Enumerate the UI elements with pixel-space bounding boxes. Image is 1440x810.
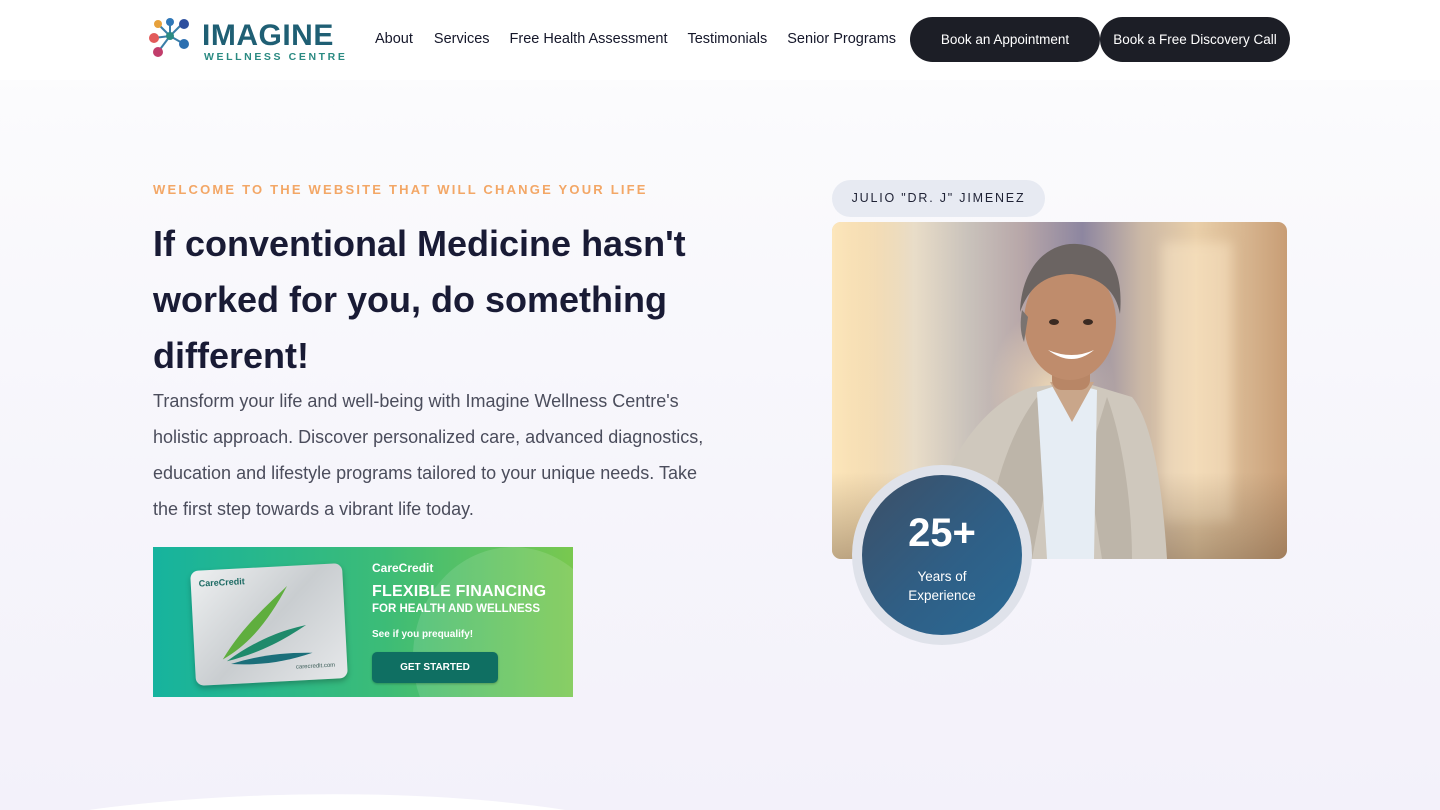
carecredit-subtitle: FOR HEALTH AND WELLNESS (372, 603, 541, 615)
experience-badge: 25+ Years of Experience (862, 475, 1022, 635)
hero-headline: If conventional Medicine hasn't worked f… (153, 223, 686, 376)
card-url: carecredit.com (295, 662, 336, 671)
logo-subtitle: WELLNESS CENTRE (204, 51, 348, 63)
site-header: IMAGINE WELLNESS CENTRE About Services F… (0, 0, 1440, 80)
carecredit-swoosh-icon (222, 586, 313, 665)
doctor-name-badge: JULIO "DR. J" JIMENEZ (832, 180, 1045, 217)
hero-eyebrow: WELCOME TO THE WEBSITE THAT WILL CHANGE … (153, 182, 648, 197)
nav-link-services[interactable]: Services (434, 29, 490, 49)
book-discovery-call-button[interactable]: Book a Free Discovery Call (1100, 17, 1290, 62)
carecredit-card-image: CareCredit carecredit.com (190, 563, 348, 686)
nav-link-senior-programs[interactable]: Senior Programs (787, 29, 896, 49)
carecredit-brand: CareCredit (372, 561, 434, 575)
site-logo[interactable]: IMAGINE WELLNESS CENTRE (146, 14, 345, 64)
card-brand: CareCredit (198, 576, 245, 589)
nav-link-testimonials[interactable]: Testimonials (687, 29, 767, 49)
book-appointment-button[interactable]: Book an Appointment (910, 17, 1100, 62)
hero-lead: Transform your life and well-being with … (153, 391, 704, 519)
bottom-wave-divider (89, 794, 566, 810)
carecredit-title: FLEXIBLE FINANCING (372, 583, 547, 600)
experience-value: 25+ (908, 511, 976, 555)
nav-link-about[interactable]: About (375, 29, 413, 49)
logo-molecule-icon (149, 18, 189, 57)
main-nav: About Services Free Health Assessment Te… (375, 29, 896, 49)
carecredit-banner[interactable]: CareCredit carecredit.com CareCredit FLE… (153, 547, 573, 697)
get-started-button[interactable]: GET STARTED (372, 652, 498, 683)
carecredit-prequalify: See if you prequalify! (372, 629, 474, 640)
nav-link-free-health-assessment[interactable]: Free Health Assessment (510, 29, 668, 49)
experience-label-line2: Experience (908, 588, 976, 603)
experience-label-line1: Years of (917, 569, 967, 584)
experience-label: Years of Experience (862, 567, 1022, 605)
logo-wordmark: IMAGINE (202, 19, 334, 52)
